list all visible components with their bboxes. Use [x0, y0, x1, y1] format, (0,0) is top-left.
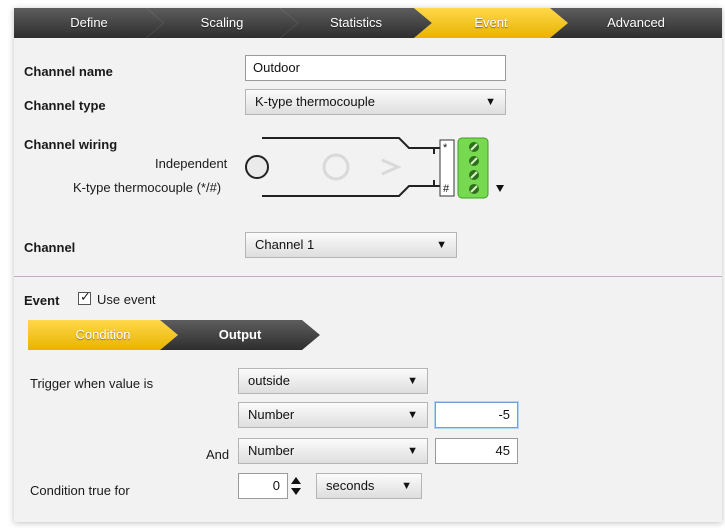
- duration-input[interactable]: 0: [238, 473, 288, 499]
- duration-label: Condition true for: [30, 483, 130, 498]
- checkmark-icon: ✓: [80, 289, 91, 304]
- channel-value: Channel 1: [255, 237, 315, 252]
- chevron-down-icon: ▼: [407, 375, 418, 387]
- wiring-pin-bottom: #: [443, 183, 450, 195]
- channel-label: Channel: [24, 240, 76, 255]
- use-event-label[interactable]: Use event: [97, 292, 156, 307]
- duration-unit-select[interactable]: seconds ▼: [316, 473, 422, 499]
- arrow-down-icon: [291, 488, 301, 495]
- tab-condition-label: Condition: [75, 327, 131, 342]
- wiring-sensor-label: K-type thermocouple (*/#): [73, 180, 222, 195]
- wizard-step-label: Statistics: [329, 15, 382, 30]
- and-label: And: [206, 447, 230, 462]
- tab-output-label: Output: [218, 327, 262, 342]
- second-limit-input[interactable]: 45: [435, 438, 518, 464]
- second-limit-type-value: Number: [248, 443, 295, 458]
- wizard-steps: Define Scaling Statistics Event Advanced: [14, 8, 722, 38]
- chevron-down-icon: ▼: [485, 96, 496, 108]
- wizard-step-label: Advanced: [607, 15, 665, 30]
- section-divider: [14, 276, 722, 277]
- tab-output[interactable]: Output: [160, 320, 320, 350]
- arrow-up-icon: [291, 477, 301, 484]
- trigger-label: Trigger when value is: [30, 376, 154, 391]
- wizard-step-label: Event: [474, 15, 508, 30]
- channel-type-select[interactable]: K-type thermocouple ▼: [245, 89, 506, 115]
- event-label: Event: [24, 293, 60, 308]
- duration-unit-value: seconds: [326, 478, 375, 493]
- chevron-down-icon: ▼: [436, 239, 447, 251]
- channel-name-input[interactable]: Outdoor: [245, 55, 506, 81]
- wizard-step-scaling[interactable]: Scaling: [146, 8, 298, 38]
- wizard-step-label: Scaling: [200, 15, 244, 30]
- first-limit-type-select[interactable]: Number ▼: [238, 402, 428, 428]
- wiring-diagram: * #: [245, 137, 504, 199]
- wiring-expand-arrow-icon[interactable]: [496, 185, 504, 192]
- trigger-value: outside: [248, 373, 290, 388]
- use-event-checkbox[interactable]: ✓: [78, 289, 91, 305]
- wiring-pin-top: *: [443, 142, 448, 154]
- chevron-down-icon: ▼: [407, 445, 418, 457]
- channel-select[interactable]: Channel 1 ▼: [245, 232, 457, 258]
- channel-type-value: K-type thermocouple: [255, 94, 375, 109]
- watermark-icon: [322, 153, 402, 181]
- thermocouple-housing-outline: [262, 137, 445, 197]
- trigger-select[interactable]: outside ▼: [238, 368, 428, 394]
- first-limit-input[interactable]: -5: [435, 402, 518, 428]
- sensor-probe-icon: [245, 155, 269, 179]
- wizard-step-event[interactable]: Event: [414, 8, 568, 38]
- wiring-independent-label: Independent: [155, 156, 228, 171]
- second-limit-type-select[interactable]: Number ▼: [238, 438, 428, 464]
- wizard-step-define[interactable]: Define: [14, 8, 164, 38]
- channel-wiring-label: Channel wiring: [24, 137, 118, 152]
- first-limit-type-value: Number: [248, 407, 295, 422]
- channel-type-label: Channel type: [24, 98, 106, 113]
- wizard-step-advanced[interactable]: Advanced: [550, 8, 722, 38]
- wizard-step-statistics[interactable]: Statistics: [280, 8, 432, 38]
- chevron-down-icon: ▼: [407, 409, 418, 421]
- duration-stepper[interactable]: [290, 473, 302, 499]
- channel-name-label: Channel name: [24, 64, 113, 79]
- chevron-down-icon: ▼: [401, 480, 412, 492]
- wizard-step-label: Define: [70, 15, 108, 30]
- tab-condition[interactable]: Condition: [28, 320, 178, 350]
